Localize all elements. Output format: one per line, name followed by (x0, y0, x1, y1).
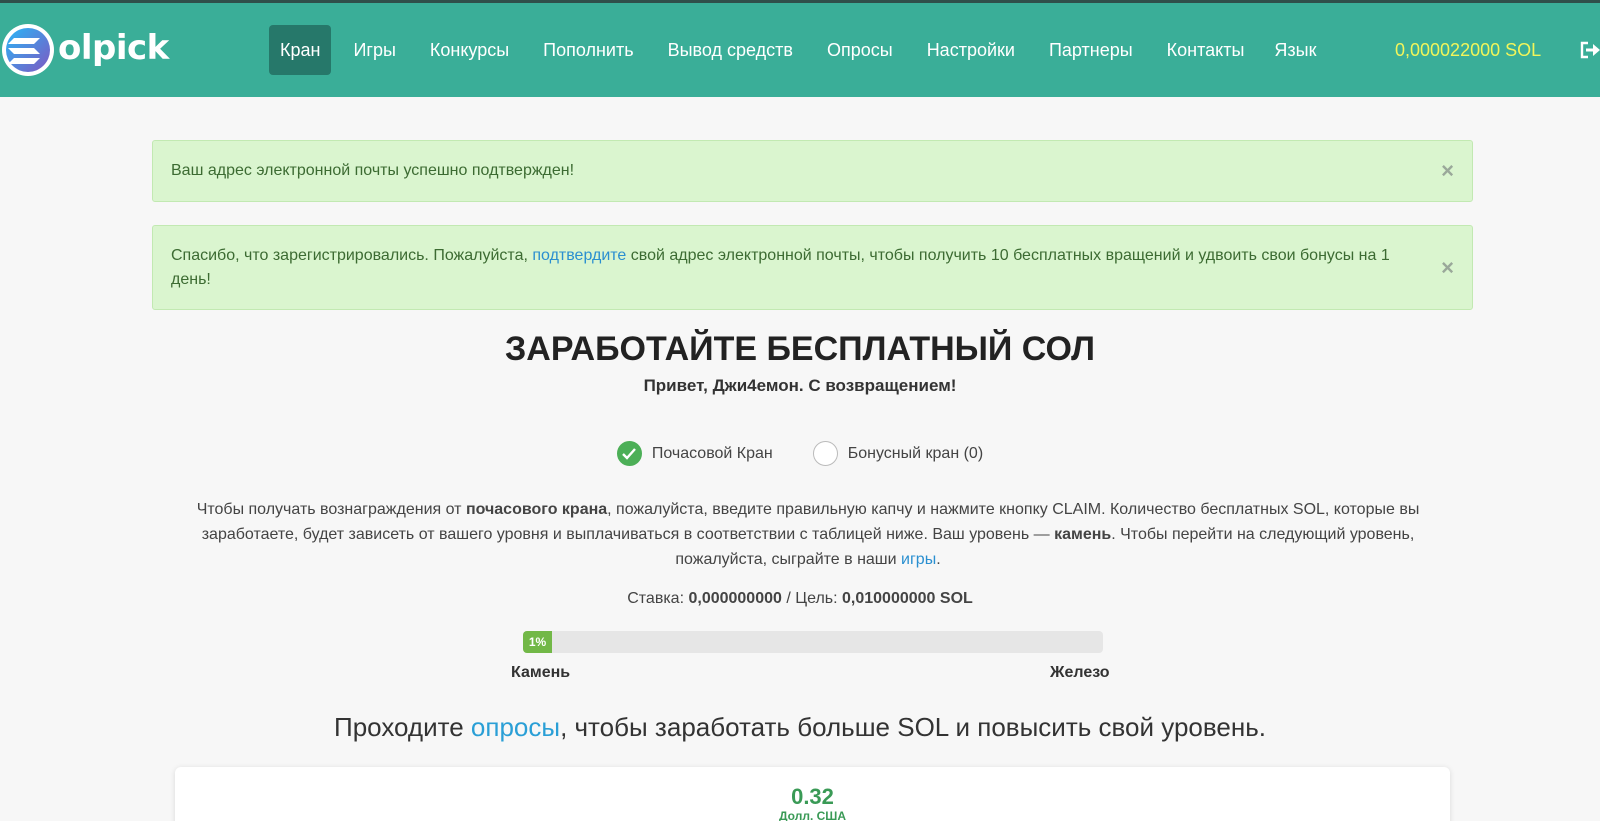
surveys-link[interactable]: опросы (471, 712, 560, 742)
logout-icon[interactable] (1580, 41, 1600, 59)
nav-settings[interactable]: Настройки (927, 25, 1015, 75)
alert-email-confirmed: Ваш адрес электронной почты успешно подт… (152, 140, 1473, 202)
goal-value: 0,010000000 SOL (842, 590, 973, 607)
rate-goal: Ставка: 0,000000000 / Цель: 0,010000000 … (627, 590, 973, 607)
faucet-type-selector: Почасовой Кран Бонусный кран (0) (0, 441, 1600, 466)
confirm-email-link[interactable]: подтвердите (532, 247, 626, 264)
nav-partners[interactable]: Партнеры (1049, 25, 1133, 75)
faucet-description: Чтобы получать вознаграждения от почасов… (196, 501, 1420, 568)
check-icon[interactable] (616, 441, 642, 466)
radio-bonus-label: Бонусный кран (0) (847, 444, 984, 462)
close-icon[interactable]: × (1441, 160, 1454, 182)
nav-surveys[interactable]: Опросы (827, 25, 893, 75)
survey-offer-card[interactable]: 0.32 Долл. США (175, 767, 1450, 821)
nav-faucet[interactable]: Кран (269, 25, 332, 75)
offer-amount: 0.32 (791, 784, 834, 809)
nav-deposit[interactable]: Пополнить (543, 25, 633, 75)
nav-games[interactable]: Игры (353, 25, 395, 75)
surveys-promo: Проходите опросы, чтобы заработать больш… (334, 712, 1266, 742)
rate-value: 0,000000000 (688, 590, 782, 607)
radio-hourly-faucet[interactable]: Почасовой Кран (616, 441, 773, 466)
radio-bonus-faucet[interactable]: Бонусный кран (0) (812, 441, 984, 466)
level-current: Камень (511, 664, 571, 681)
offer-currency: Долл. США (778, 809, 847, 821)
main-nav: Кран Игры Конкурсы Пополнить Вывод средс… (269, 25, 1317, 75)
radio-hourly-label: Почасовой Кран (651, 444, 773, 462)
alert-registration: Спасибо, что зарегистрировались. Пожалуй… (152, 225, 1473, 310)
radio-circle-icon[interactable] (812, 441, 838, 466)
games-link[interactable]: игры (901, 551, 936, 568)
close-icon[interactable]: × (1441, 256, 1454, 279)
greeting: Привет, Джи4емон. С возвращением! (643, 376, 957, 395)
alert-registration-text: Спасибо, что зарегистрировались. Пожалуй… (171, 247, 1390, 288)
level-progress-bar: 1% (523, 631, 1103, 653)
logo-text: olpick (58, 28, 169, 68)
progress-fill: 1% (523, 631, 552, 653)
balance-display: 0,000022000 SOL (1395, 40, 1542, 60)
page-title: ЗАРАБОТАЙТЕ БЕСПЛАТНЫЙ СОЛ (505, 330, 1095, 368)
nav-contests[interactable]: Конкурсы (430, 25, 509, 75)
solana-logo-icon (2, 24, 54, 76)
navbar: olpick Кран Игры Конкурсы Пополнить Выво… (0, 3, 1600, 97)
logo[interactable]: olpick (0, 21, 169, 79)
alert-email-confirmed-text: Ваш адрес электронной почты успешно подт… (171, 162, 575, 179)
level-next: Железо (1050, 664, 1110, 681)
nav-contacts[interactable]: Контакты (1167, 25, 1245, 75)
nav-language[interactable]: Язык (1274, 25, 1316, 75)
nav-withdraw[interactable]: Вывод средств (668, 25, 793, 75)
